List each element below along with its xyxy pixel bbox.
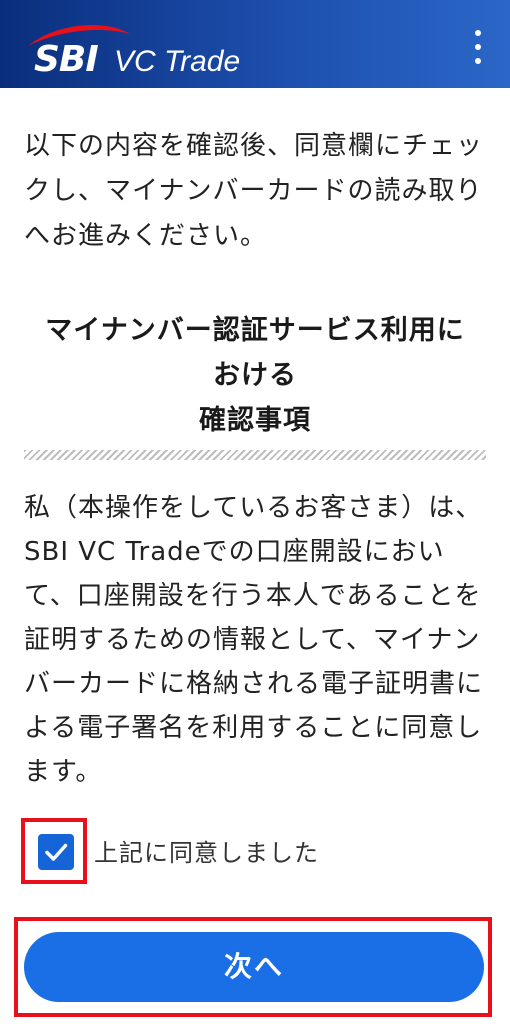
app-screen: SBI VC Trade 以下の内容を確認後、同意欄にチェックし、マイナンバーカ… — [0, 0, 510, 1024]
instruction-text: 以下の内容を確認後、同意欄にチェックし、マイナンバーカードの読み取りへお進みくだ… — [24, 131, 484, 251]
sbi-vc-trade-logo: SBI VC Trade — [24, 20, 254, 80]
section-title-line2: おける — [213, 360, 297, 391]
checkmark-icon — [45, 843, 68, 861]
section-title: マイナンバー認証サービス利用に おける 確認事項 — [20, 308, 490, 443]
consent-checkbox[interactable] — [38, 834, 74, 870]
consent-label[interactable]: 上記に同意しました — [94, 836, 319, 870]
section-title-line1: マイナンバー認証サービス利用に — [45, 315, 465, 346]
striped-divider — [24, 450, 486, 460]
app-header: SBI VC Trade — [0, 0, 510, 88]
section-title-line3: 確認事項 — [199, 405, 311, 436]
more-vertical-icon[interactable] — [468, 30, 488, 64]
menu-dot — [475, 58, 481, 64]
agreement-text: 私（本操作をしているお客さま）は、SBI VC Tradeでの口座開設において、… — [24, 493, 484, 787]
next-button[interactable]: 次へ — [24, 932, 484, 1002]
logo-sbi-text: SBI — [34, 39, 99, 80]
menu-dot — [475, 44, 481, 50]
menu-dot — [475, 30, 481, 36]
logo-vc-trade-text: VC Trade — [114, 45, 241, 78]
